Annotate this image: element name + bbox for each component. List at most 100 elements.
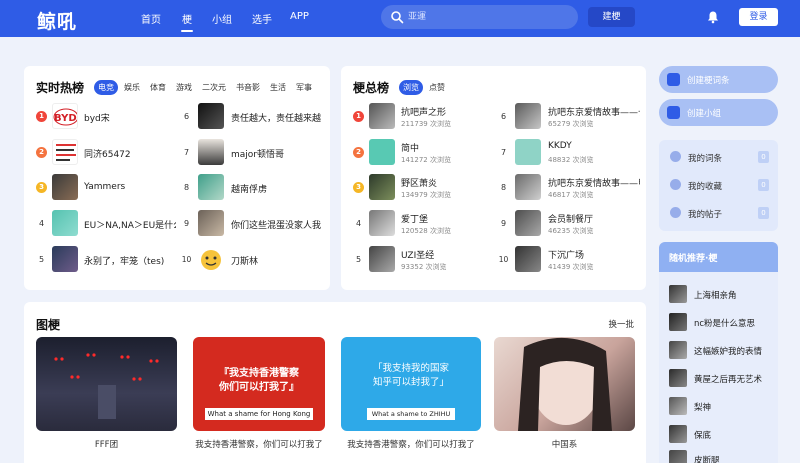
- meme-item[interactable]: 10 下沉广场 41439 次浏览: [498, 246, 640, 276]
- thumbnail: [515, 103, 541, 129]
- meme-item-name: 抗吧声之形: [401, 108, 447, 118]
- thumbnail: [198, 210, 224, 236]
- rank-badge: 4: [38, 219, 45, 228]
- thumbnail: [669, 369, 687, 387]
- site-logo[interactable]: 鲸吼: [37, 7, 77, 34]
- thumbnail: [669, 341, 687, 359]
- rank-badge: 8: [500, 183, 507, 192]
- rank-badge: 6: [500, 112, 507, 121]
- meme-item[interactable]: 9 会员制餐厅 46235 次浏览: [498, 210, 640, 240]
- posts-icon: [670, 207, 681, 218]
- build-meme-button[interactable]: 建梗: [588, 7, 635, 27]
- picture-meme-item[interactable]: 『我支持香港警察 你们可以打我了』 What a shame for Hong …: [193, 337, 325, 463]
- login-button[interactable]: 登录: [739, 8, 778, 26]
- nav-home[interactable]: 首页: [141, 11, 161, 26]
- picture-meme-text: 『我支持香港警察 你们可以打我了』: [219, 368, 299, 393]
- hot-list-card: 实时热榜 电竞 娱乐 体育 游戏 二次元 书音影 生活 军事 1 BYD byd…: [24, 66, 330, 290]
- tab-entertainment[interactable]: 娱乐: [120, 80, 144, 95]
- thumbnail: [52, 246, 78, 272]
- hot-item[interactable]: 9 你们这些混蛋没家人我和: [181, 210, 321, 240]
- nav-meme[interactable]: 梗: [182, 11, 192, 26]
- tab-esports[interactable]: 电竞: [94, 80, 118, 95]
- thumbnail: [515, 139, 541, 165]
- random-recommend-panel: 随机推荐·梗 上海相亲角 nc粉是什么意思 这幅嫉妒我的表情 黄屋之后再无艺术 …: [659, 242, 778, 463]
- tab-views[interactable]: 浏览: [399, 80, 423, 95]
- thumbnail: [369, 103, 395, 129]
- thumbnail: [52, 139, 78, 165]
- rank-badge: 7: [500, 148, 507, 157]
- document-icon: [667, 73, 680, 86]
- nav-active-indicator: [181, 30, 193, 32]
- thumbnail: [669, 313, 687, 331]
- create-meme-entry-button[interactable]: 创建梗词条: [659, 66, 778, 93]
- hot-item[interactable]: 3 Yammers: [36, 174, 176, 204]
- hot-item[interactable]: 6 责任越大，责任越来越: [181, 103, 321, 133]
- picture-meme-subtitle: What a shame to ZHIHU: [367, 408, 455, 420]
- meme-item[interactable]: 6 抗吧东京爱情故事——长篇 65279 次浏览: [498, 103, 640, 133]
- meme-rank-title: 梗总榜: [353, 81, 390, 95]
- picture-meme-caption: 我支持香港警察，你们可以打我了: [347, 440, 475, 450]
- rank-badge: 7: [183, 148, 190, 157]
- my-links-panel: 我的词条 0 我的收藏 0 我的帖子 0: [659, 140, 778, 231]
- picture-meme-item[interactable]: 中国系: [494, 337, 635, 463]
- thumbnail: BYD: [52, 103, 78, 129]
- meme-item[interactable]: 8 抗吧东京爱情故事——甲篇 46817 次浏览: [498, 174, 640, 204]
- hot-item-name: EU＞NA,NA＞EU是什么: [84, 221, 176, 231]
- search-input[interactable]: [408, 10, 568, 24]
- tab-sports[interactable]: 体育: [146, 80, 170, 95]
- meme-item-name: 简中: [401, 144, 420, 154]
- meme-item[interactable]: 4 爱丁堡 120528 次浏览: [353, 210, 493, 240]
- hot-item[interactable]: 8 越南俘虏: [181, 174, 321, 204]
- tab-games[interactable]: 游戏: [172, 80, 196, 95]
- hot-item[interactable]: 10 刀斯林: [181, 246, 321, 276]
- rank-badge: 9: [183, 219, 190, 228]
- picture-memes-card: 图梗 换一批 FFF团 『我支持香港警察 你们可以打我了』 What a sha…: [24, 302, 646, 463]
- hot-item[interactable]: 2 同济65472: [36, 139, 176, 169]
- thumbnail: [369, 210, 395, 236]
- tab-military[interactable]: 军事: [292, 80, 316, 95]
- thumbnail: [669, 397, 687, 415]
- nav-groups[interactable]: 小组: [212, 11, 232, 26]
- picture-meme-image: 『我支持香港警察 你们可以打我了』 What a shame for Hong …: [193, 337, 325, 431]
- top-navigation-bar: 鲸吼 首页 梗 小组 选手 APP 建梗 登录: [0, 0, 800, 37]
- tab-books-music-film[interactable]: 书音影: [232, 80, 264, 95]
- hot-item[interactable]: 5 永别了，牢笼（tes): [36, 246, 176, 276]
- picture-meme-image: [494, 337, 635, 431]
- picture-memes-title: 图梗: [36, 318, 61, 332]
- hot-item[interactable]: 1 BYD byd宋: [36, 103, 176, 133]
- hot-item[interactable]: 7 major顿悟哥: [181, 139, 321, 169]
- rank-badge: 5: [355, 255, 362, 264]
- picture-meme-image: 「我支持我的国家 知乎可以封我了」 What a shame to ZHIHU: [341, 337, 481, 431]
- nav-players[interactable]: 选手: [252, 11, 272, 26]
- meme-item[interactable]: 5 UZI圣经 93352 次浏览: [353, 246, 493, 276]
- bell-icon[interactable]: [706, 10, 720, 24]
- tab-acg[interactable]: 二次元: [198, 80, 230, 95]
- picture-meme-item[interactable]: FFF团: [36, 337, 177, 463]
- picture-meme-item[interactable]: 「我支持我的国家 知乎可以封我了」 What a shame to ZHIHU …: [341, 337, 481, 463]
- star-icon: [670, 179, 681, 190]
- hot-item-name: 刀斯林: [231, 257, 259, 267]
- meme-item-name: 野区萧炎: [401, 179, 438, 189]
- meme-item[interactable]: 7 KKDY 48832 次浏览: [498, 139, 640, 169]
- tab-likes[interactable]: 点赞: [425, 80, 449, 95]
- thumbnail: [198, 174, 224, 200]
- tab-life[interactable]: 生活: [266, 80, 290, 95]
- rank-badge: 8: [183, 183, 190, 192]
- picture-meme-caption: FFF团: [94, 440, 119, 450]
- meme-item-name: 抗吧东京爱情故事——长篇: [548, 108, 640, 118]
- search-box[interactable]: [381, 5, 578, 29]
- meme-item[interactable]: 2 简中 141272 次浏览: [353, 139, 493, 169]
- thumbnail: [515, 174, 541, 200]
- my-favorites-link[interactable]: 我的收藏 0: [659, 175, 778, 195]
- thumbnail: [369, 174, 395, 200]
- nav-app[interactable]: APP: [290, 11, 309, 22]
- my-entries-link[interactable]: 我的词条 0: [659, 147, 778, 167]
- refresh-link[interactable]: 换一批: [608, 318, 634, 330]
- my-posts-link[interactable]: 我的帖子 0: [659, 203, 778, 223]
- hot-item[interactable]: 4 EU＞NA,NA＞EU是什么: [36, 210, 176, 240]
- meme-item[interactable]: 3 野区萧炎 134979 次浏览: [353, 174, 493, 204]
- picture-meme-caption: 我支持香港警察，你们可以打我了: [195, 440, 323, 450]
- create-group-button[interactable]: 创建小组: [659, 99, 778, 126]
- thumbnail: [669, 450, 687, 463]
- meme-item[interactable]: 1 抗吧声之形 211739 次浏览: [353, 103, 493, 133]
